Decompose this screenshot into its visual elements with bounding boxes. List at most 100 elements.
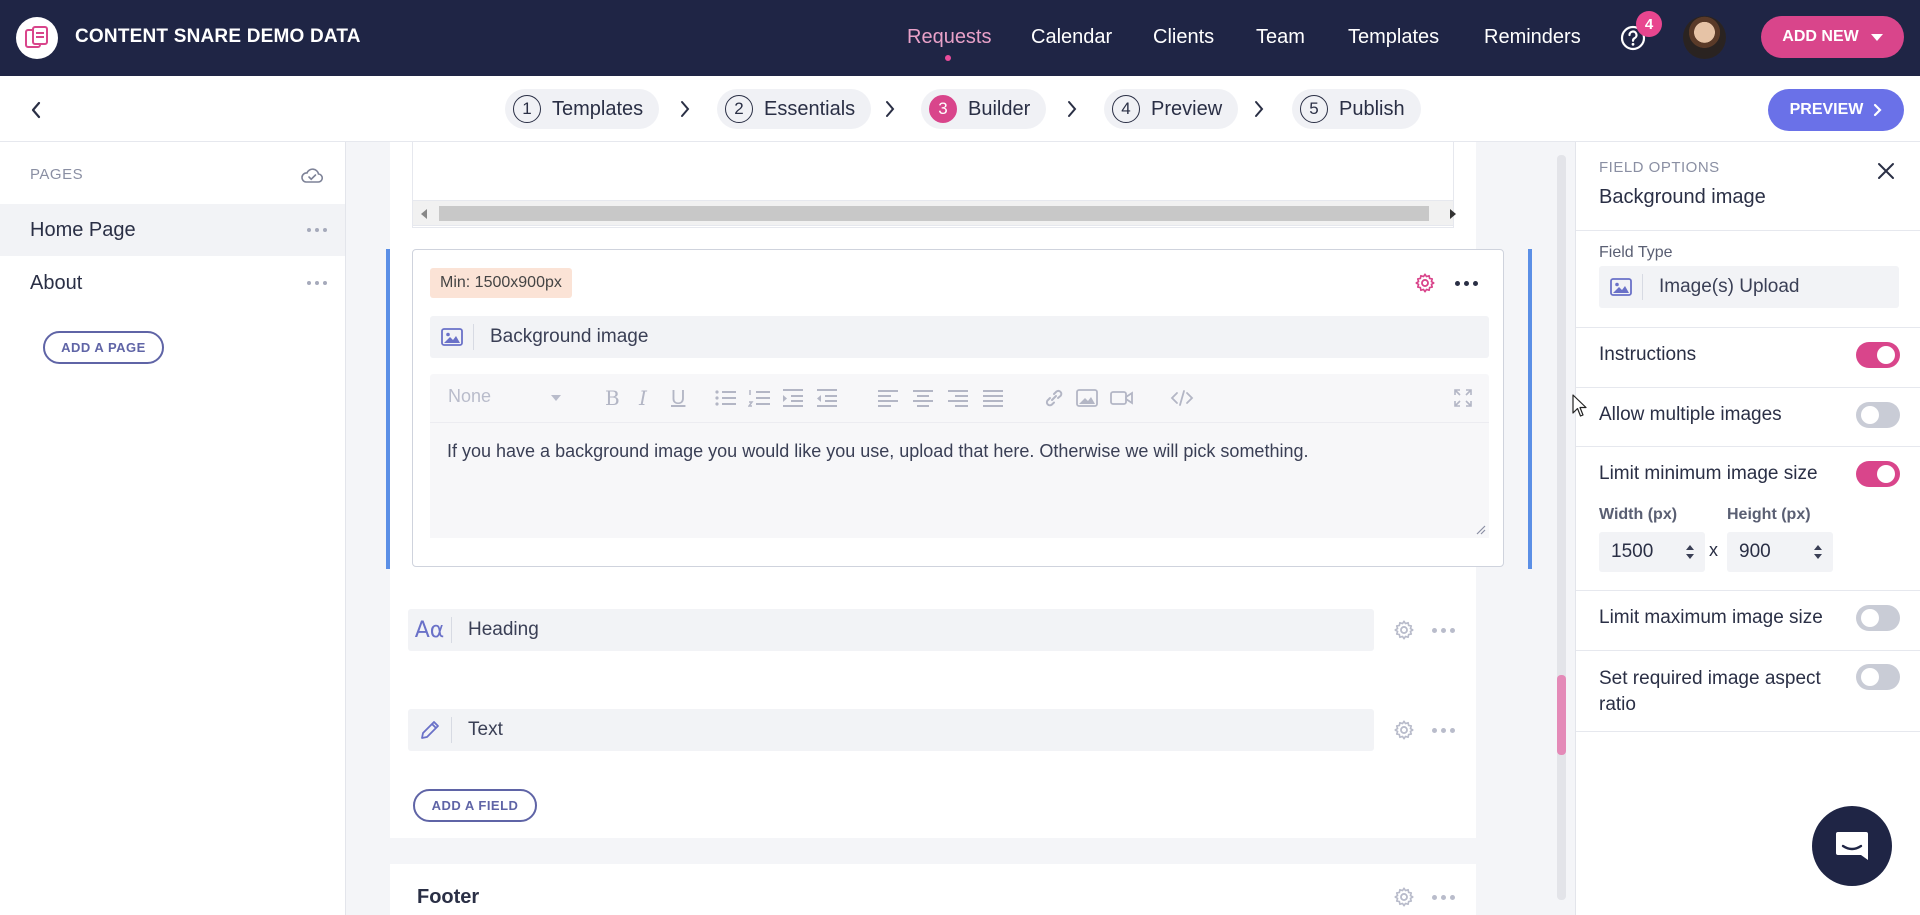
pencil-icon [408,717,452,743]
field-label-text: Background image [490,326,649,347]
step-builder[interactable]: 3 Builder [921,89,1047,129]
chevron-left-icon [31,101,41,119]
divider [1576,387,1920,388]
scrollbar-thumb[interactable] [1557,675,1566,755]
app-logo-icon[interactable] [16,17,58,59]
horizontal-scrollbar[interactable] [412,200,1456,226]
notification-badge: 4 [1636,11,1662,37]
nav-calendar[interactable]: Calendar [1031,26,1112,49]
field-background-image[interactable]: Min: 1500x900px Background image None B … [412,249,1504,567]
image-icon [430,324,474,350]
more-options-icon[interactable] [1432,728,1455,733]
divider [1576,731,1920,732]
chevron-right-icon [1874,103,1882,117]
format-select[interactable]: None [448,386,558,407]
numbered-list-icon[interactable] [748,388,772,408]
add-page-button[interactable]: ADD A PAGE [43,331,164,364]
field-options-panel: FIELD OPTIONS Background image Field Typ… [1575,142,1920,915]
underline-icon[interactable]: U [671,388,685,408]
vertical-scrollbar[interactable] [1557,155,1566,900]
divider [1576,327,1920,328]
scroll-right-arrow-icon[interactable] [1450,209,1456,219]
step-essentials[interactable]: 2 Essentials [717,89,872,129]
scrollbar-thumb[interactable] [439,206,1429,221]
instructions-textarea[interactable]: If you have a background image you would… [430,422,1489,538]
nav-templates[interactable]: Templates [1348,26,1439,49]
page-item-label: About [30,271,83,294]
field-text[interactable]: Text [390,691,1476,769]
nav-clients[interactable]: Clients [1153,26,1214,49]
section-footer[interactable]: Footer [390,864,1476,915]
preview-button[interactable]: PREVIEW [1768,89,1904,131]
back-button[interactable] [16,90,56,130]
gear-icon[interactable] [1393,886,1415,908]
more-options-icon[interactable] [307,228,327,232]
field-label-text: Heading [468,619,539,640]
gear-icon[interactable] [1414,272,1436,294]
step-preview[interactable]: 4 Preview [1104,89,1239,129]
field-label-input[interactable]: Text [408,709,1374,751]
code-icon[interactable] [1170,388,1194,408]
step-label: Templates [552,97,644,120]
video-icon[interactable] [1110,388,1134,408]
spinner-arrows-icon[interactable] [1685,543,1695,561]
chat-launcher-button[interactable] [1812,806,1892,886]
allow-multiple-toggle[interactable] [1856,402,1900,428]
image-icon [1599,274,1643,300]
min-height-stepper[interactable]: 900 [1727,532,1833,572]
scroll-left-arrow-icon[interactable] [421,209,427,219]
nav-reminders[interactable]: Reminders [1484,26,1581,49]
page-item-home[interactable]: Home Page [0,204,345,256]
step-publish[interactable]: 5 Publish [1292,89,1421,129]
align-left-icon[interactable] [877,388,899,408]
aspect-ratio-toggle[interactable] [1856,664,1900,690]
page-item-about[interactable]: About [0,257,345,309]
cloud-sync-icon[interactable] [300,166,324,186]
limit-min-toggle[interactable] [1856,461,1900,487]
field-label-input[interactable]: Background image [430,316,1489,358]
gear-icon[interactable] [1393,619,1415,641]
step-label: Builder [968,97,1031,120]
builder-canvas: Min: 1500x900px Background image None B … [346,142,1575,915]
more-options-icon[interactable] [1432,895,1455,900]
resize-handle-icon[interactable] [1474,523,1486,535]
align-center-icon[interactable] [912,388,934,408]
field-label-input[interactable]: Aα Heading [408,609,1374,651]
link-icon[interactable] [1043,388,1065,408]
selection-accent-left [386,249,390,569]
spinner-arrows-icon[interactable] [1813,543,1823,561]
account-name[interactable]: CONTENT SNARE DEMO DATA [75,26,361,48]
field-label-text: Text [468,719,503,740]
min-width-stepper[interactable]: 1500 [1599,532,1705,572]
add-field-button[interactable]: ADD A FIELD [413,789,537,822]
more-options-icon[interactable] [307,281,327,285]
field-type-value: Image(s) Upload [1659,276,1800,297]
insert-image-icon[interactable] [1076,388,1098,408]
user-avatar[interactable] [1683,16,1726,59]
italic-icon[interactable]: I [639,388,647,408]
bullet-list-icon[interactable] [714,388,738,408]
align-justify-icon[interactable] [982,388,1004,408]
preview-label: PREVIEW [1789,101,1864,118]
gear-icon[interactable] [1393,719,1415,741]
indent-icon[interactable] [781,388,805,408]
add-new-button[interactable]: ADD NEW [1761,16,1904,58]
close-icon[interactable] [1875,160,1897,182]
step-number: 3 [929,95,957,123]
nav-requests[interactable]: Requests [907,26,992,49]
bold-icon[interactable]: B [605,388,620,408]
chevron-right-icon [886,101,895,117]
more-options-icon[interactable] [1455,281,1478,286]
align-right-icon[interactable] [947,388,969,408]
fullscreen-icon[interactable] [1453,388,1473,408]
field-type-select[interactable]: Image(s) Upload [1599,266,1899,308]
rich-text-toolbar: None B I U [430,374,1489,422]
step-templates[interactable]: 1 Templates [505,89,660,129]
outdent-icon[interactable] [815,388,839,408]
more-options-icon[interactable] [1432,628,1455,633]
chevron-right-icon [1255,101,1264,117]
nav-team[interactable]: Team [1256,26,1305,49]
instructions-toggle[interactable] [1856,342,1900,368]
field-heading[interactable]: Aα Heading [390,591,1476,669]
limit-max-toggle[interactable] [1856,605,1900,631]
